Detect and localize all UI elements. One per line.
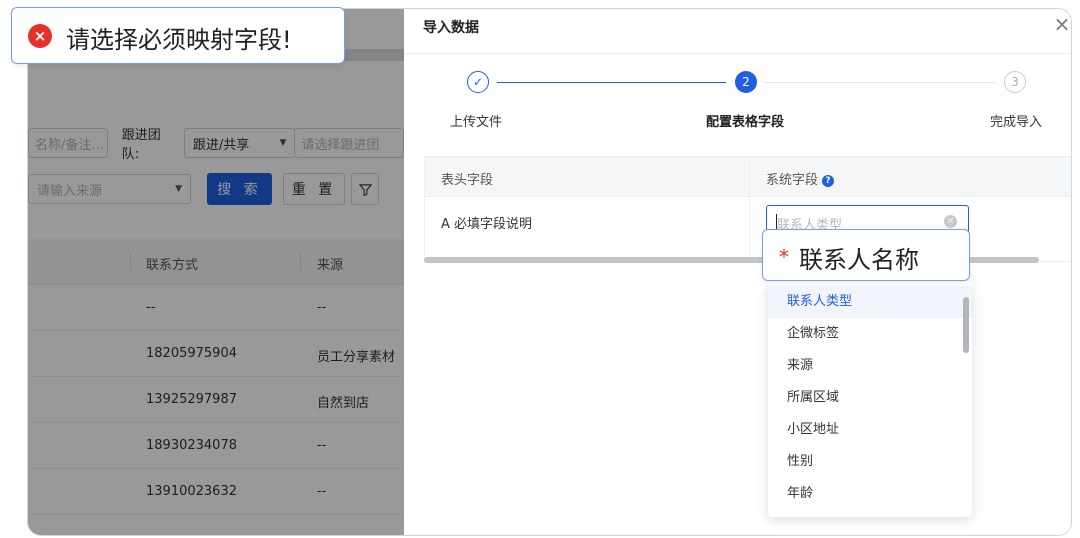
drawer-title: 导入数据 <box>423 20 479 36</box>
dropdown-option-gender[interactable]: 性别 <box>768 446 972 478</box>
dropdown-option-age[interactable]: 年龄 <box>768 478 972 510</box>
modal-mask[interactable] <box>28 9 404 535</box>
step-label-complete: 完成导入 <box>990 115 1043 130</box>
required-field-name: 联系人名称 <box>799 246 919 274</box>
dropdown-option-source[interactable]: 来源 <box>768 350 972 382</box>
dropdown-option-address[interactable]: 小区地址 <box>768 414 972 446</box>
step-label-configure: 配置表格字段 <box>706 115 785 130</box>
system-field-dropdown: 联系人类型 企微标签 来源 所属区域 小区地址 性别 年龄 <box>768 281 972 517</box>
error-icon: × <box>28 24 52 48</box>
clear-icon[interactable]: × <box>944 215 957 228</box>
system-field-column: 系统字段? <box>766 169 835 188</box>
header-field-column: 表头字段 <box>441 173 494 188</box>
required-asterisk: * <box>779 245 789 269</box>
dropdown-option-contact-type[interactable]: 联系人类型 <box>768 286 972 318</box>
required-field-tip: * 联系人名称 <box>762 229 970 281</box>
step-label-upload: 上传文件 <box>450 115 503 130</box>
error-message: 请选择必须映射字段! <box>66 26 292 54</box>
dropdown-option-region[interactable]: 所属区域 <box>768 382 972 414</box>
step-1-done-check-icon: ✓ <box>467 71 489 93</box>
required-field-cell: A 必填字段说明 <box>441 217 533 232</box>
dropdown-scrollbar[interactable] <box>963 297 969 353</box>
close-icon[interactable]: × <box>1051 13 1071 35</box>
step-2-active-marker: 2 <box>735 71 757 93</box>
dropdown-option-wecom-tag[interactable]: 企微标签 <box>768 318 972 350</box>
help-icon[interactable]: ? <box>822 175 835 187</box>
error-toast: × 请选择必须映射字段! <box>11 7 345 64</box>
import-drawer: 导入数据 × ✓ 2 3 上传文件 配置表格字段 完成导入 表头字段 系统字段?… <box>404 9 1071 535</box>
field-mapping-table: 表头字段 系统字段? A 必填字段说明 联系人类型 × <box>424 156 1071 263</box>
step-3-pending-marker: 3 <box>1004 71 1026 93</box>
